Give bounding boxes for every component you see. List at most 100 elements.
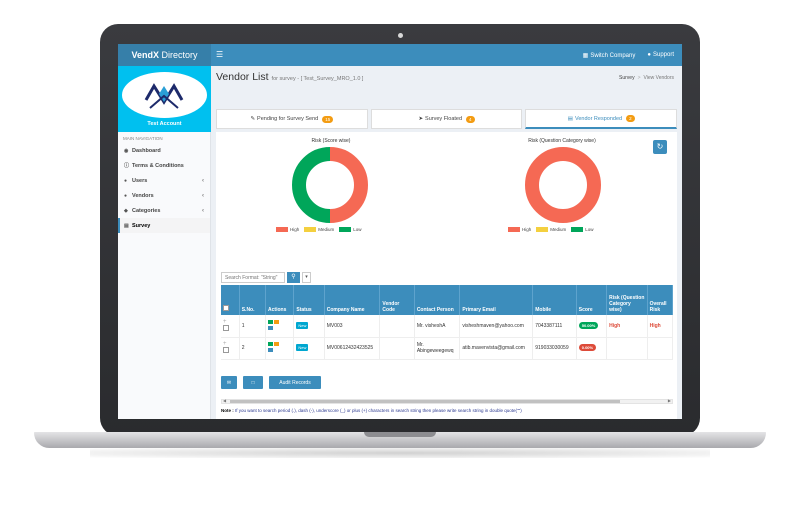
column-header[interactable]: Mobile <box>532 285 577 315</box>
mail-icon[interactable] <box>274 342 280 346</box>
vendx-logo-icon <box>144 83 184 109</box>
table-header-row: S.No. Actions Status Company Name Vendor… <box>221 285 674 315</box>
survey-icon: ▤ <box>124 222 129 229</box>
responded-panel: ↻ Risk (Score wise) High Medium Low Risk… <box>216 132 677 419</box>
donut-chart-score <box>292 147 368 223</box>
view-icon[interactable] <box>268 319 274 324</box>
row-select-cell: + <box>221 315 240 338</box>
column-header[interactable]: Status <box>293 285 325 315</box>
tab-label: Pending for Survey Send <box>257 116 319 122</box>
tab-pending[interactable]: ✎ Pending for Survey Send 15 <box>216 109 368 129</box>
cell-vendor-code <box>379 337 415 360</box>
camera-dot <box>398 33 403 38</box>
column-header[interactable]: S.No. <box>239 285 267 315</box>
search-note: Note : If you want to search period (.),… <box>221 408 522 413</box>
select-all-checkbox[interactable] <box>223 305 229 311</box>
list-icon[interactable] <box>268 325 274 330</box>
breadcrumb-survey[interactable]: Survey <box>619 75 635 81</box>
legend-item-medium: Medium <box>304 227 334 233</box>
legend-item-high: High <box>508 227 531 233</box>
dashboard-icon: ◉ <box>124 147 129 154</box>
tab-floated[interactable]: ➤ Survey Floated 4 <box>370 109 523 129</box>
view-icon[interactable] <box>268 342 274 346</box>
donut-chart-category <box>525 147 601 223</box>
cell-company: MV003 <box>324 315 381 338</box>
tab-responded[interactable]: ▤ Vendor Responded 2 <box>525 109 678 129</box>
user-icon: ● <box>647 52 651 58</box>
brand-logo[interactable]: VendX Directory <box>118 44 211 66</box>
column-header[interactable]: Company Name <box>324 285 381 315</box>
scroll-left-icon[interactable]: ◀ <box>223 398 226 403</box>
refresh-icon: ↻ <box>656 142 664 151</box>
cell-email: atib.mavenvista@gmail.com <box>459 337 534 360</box>
sidebar-item-vendors[interactable]: ● Vendors ‹ <box>118 188 210 203</box>
cell-status: New <box>293 337 325 360</box>
donut-slice-high[interactable] <box>525 147 601 223</box>
cell-overall-risk <box>647 337 674 360</box>
sidebar-item-categories[interactable]: ◆ Categories ‹ <box>118 203 210 218</box>
switch-company-button[interactable]: ▦ Switch Company <box>583 52 636 59</box>
audit-records-button[interactable]: Audit Records <box>269 376 321 389</box>
chevron-left-icon: ‹ <box>202 177 204 184</box>
donut-slice-high[interactable] <box>329 147 368 223</box>
search-button[interactable]: ⚲ <box>287 272 300 283</box>
donut-slice-low[interactable] <box>292 147 331 223</box>
mail-icon[interactable] <box>274 319 280 324</box>
legend-item-high: High <box>276 227 300 233</box>
table-row: + 1 New MV003 Mr. visheshA visheshmaven@… <box>221 315 674 338</box>
legend-label: Low <box>353 227 362 232</box>
users-icon: ● <box>124 192 128 199</box>
email-button[interactable]: ✉ <box>221 376 237 389</box>
sidebar-item-terms[interactable]: ⓘ Terms & Conditions <box>118 158 210 173</box>
sidebar-item-label: Survey <box>132 222 151 229</box>
sidebar-item-dashboard[interactable]: ◉ Dashboard <box>118 143 210 158</box>
cell-contact: Mr. visheshA <box>414 315 461 338</box>
column-header[interactable]: Score <box>576 285 608 315</box>
scrollbar-thumb[interactable] <box>230 400 620 403</box>
tab-label: Survey Floated <box>425 116 463 122</box>
cell-actions <box>265 337 295 360</box>
row-checkbox[interactable] <box>223 324 229 331</box>
export-button[interactable]: □ <box>243 376 263 389</box>
column-header[interactable]: Primary Email <box>459 285 534 315</box>
info-icon: ⓘ <box>124 163 130 169</box>
search-input[interactable] <box>221 272 285 283</box>
column-header[interactable]: Vendor Code <box>379 285 415 315</box>
horizontal-scrollbar[interactable]: ◀ ▶ <box>221 398 673 404</box>
chart-legend-category: High Medium Low <box>508 227 594 233</box>
legend-item-medium: Medium <box>536 227 566 233</box>
scroll-right-icon[interactable]: ▶ <box>668 398 671 403</box>
note-label: Note : <box>221 408 234 413</box>
search-bar: ⚲ ▾ <box>221 272 311 283</box>
support-button[interactable]: ● Support <box>647 52 674 58</box>
refresh-button[interactable]: ↻ <box>653 140 667 154</box>
sidebar-item-users[interactable]: ● Users ‹ <box>118 173 210 188</box>
legend-label: High <box>290 227 300 232</box>
cell-risk-category <box>606 337 648 360</box>
cell-score: 50.00% <box>576 315 608 338</box>
column-header[interactable]: Overall Risk <box>647 285 674 315</box>
account-panel: Test Account <box>118 66 211 132</box>
company-logo <box>122 72 207 118</box>
column-header[interactable]: Contact Person <box>414 285 461 315</box>
search-options-dropdown[interactable]: ▾ <box>302 272 311 283</box>
menu-toggle-icon[interactable]: ☰ <box>216 50 223 59</box>
column-header: Actions <box>265 285 295 315</box>
chart-title-category: Risk (Question Category wise) <box>528 138 596 144</box>
row-checkbox[interactable] <box>223 347 229 353</box>
vendor-table: S.No. Actions Status Company Name Vendor… <box>221 285 674 360</box>
chart-title-score: Risk (Score wise) <box>311 138 351 144</box>
cell-vendor-code <box>379 315 415 338</box>
cell-actions <box>265 315 295 338</box>
sidebar-item-label: Users <box>132 177 148 184</box>
status-badge: New <box>296 321 309 329</box>
main-content: Vendor List for survey - [ Test_Survey_MR… <box>211 66 682 419</box>
cell-sno: 2 <box>239 337 267 360</box>
sidebar-item-survey[interactable]: ▤ Survey <box>118 218 210 233</box>
column-header[interactable]: Risk (Question Category wise) <box>606 285 648 315</box>
cell-status: New <box>293 315 325 338</box>
tag-icon: ◆ <box>124 207 128 214</box>
laptop-shadow <box>90 448 710 458</box>
list-icon[interactable] <box>268 348 274 352</box>
page-subtitle: for survey - [ Test_Survey_MRO_1.0 ] <box>271 76 364 82</box>
